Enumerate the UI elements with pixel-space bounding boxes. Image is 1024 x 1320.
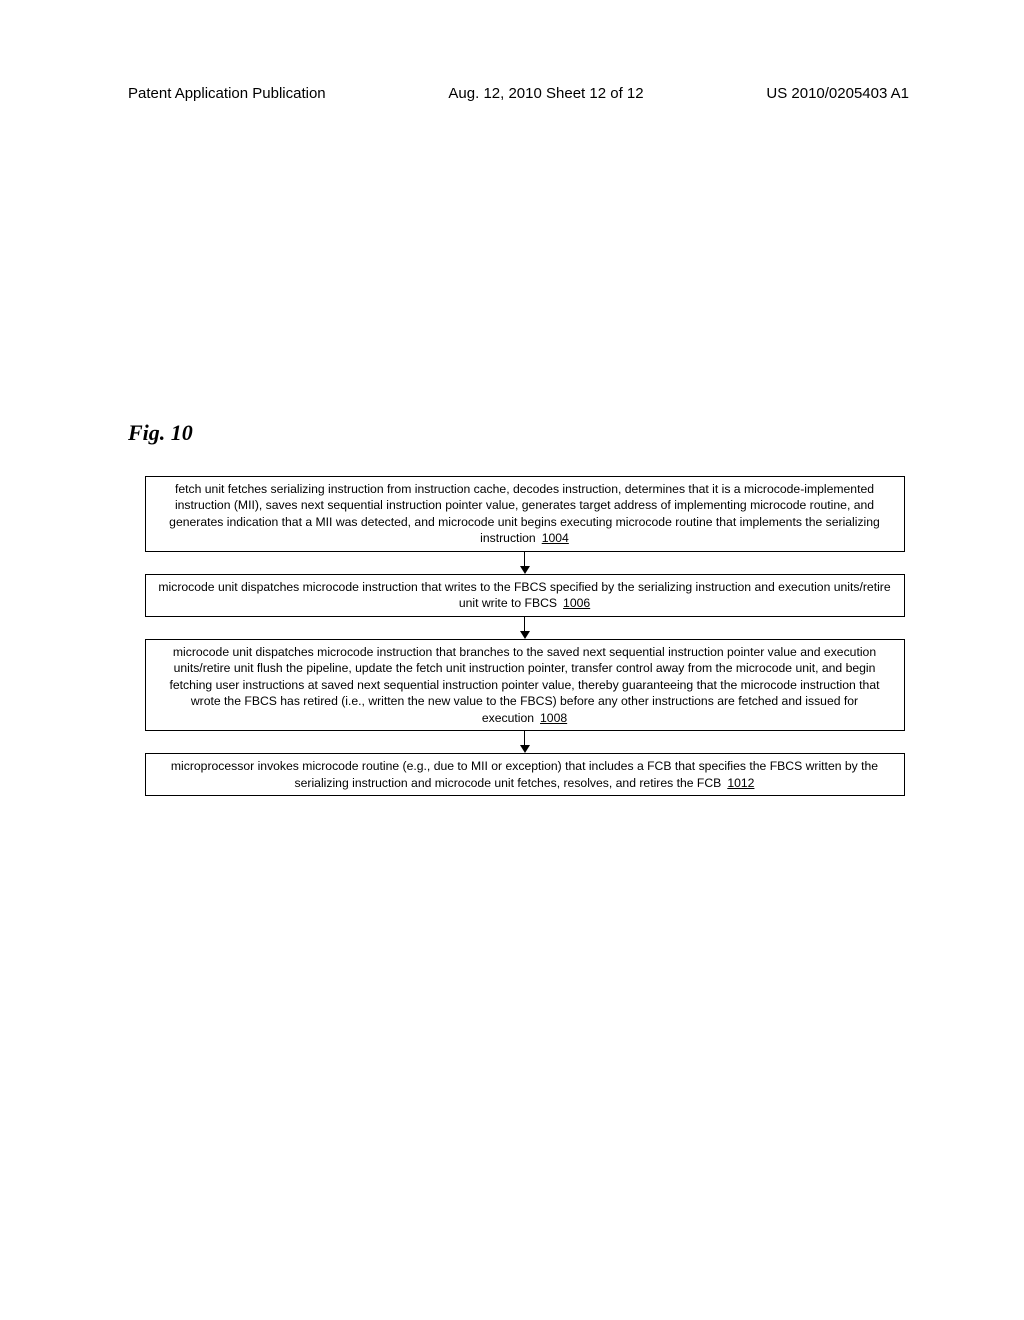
reference-number: 1008	[540, 711, 567, 725]
arrow-down-icon	[520, 617, 530, 639]
arrow-down-icon	[520, 731, 530, 753]
flowchart-box: microcode unit dispatches microcode inst…	[145, 574, 905, 617]
reference-number: 1006	[563, 596, 590, 610]
header-date-sheet: Aug. 12, 2010 Sheet 12 of 12	[448, 85, 643, 102]
flowchart-box: microprocessor invokes microcode routine…	[145, 753, 905, 796]
page-header: Patent Application Publication Aug. 12, …	[0, 85, 1024, 102]
arrow-down-icon	[520, 552, 530, 574]
box-text: microprocessor invokes microcode routine…	[171, 759, 878, 789]
content-area: Fig. 10 fetch unit fetches serializing i…	[128, 420, 903, 796]
reference-number: 1012	[727, 776, 754, 790]
header-publication: Patent Application Publication	[128, 85, 326, 102]
figure-label: Fig. 10	[128, 420, 903, 446]
reference-number: 1004	[542, 531, 569, 545]
flowchart-box: microcode unit dispatches microcode inst…	[145, 639, 905, 731]
header-patent-number: US 2010/0205403 A1	[766, 85, 909, 102]
flowchart-box: fetch unit fetches serializing instructi…	[145, 476, 905, 552]
flowchart: fetch unit fetches serializing instructi…	[128, 476, 903, 796]
box-text: fetch unit fetches serializing instructi…	[169, 482, 880, 545]
box-text: microcode unit dispatches microcode inst…	[170, 645, 880, 725]
box-text: microcode unit dispatches microcode inst…	[158, 580, 890, 610]
